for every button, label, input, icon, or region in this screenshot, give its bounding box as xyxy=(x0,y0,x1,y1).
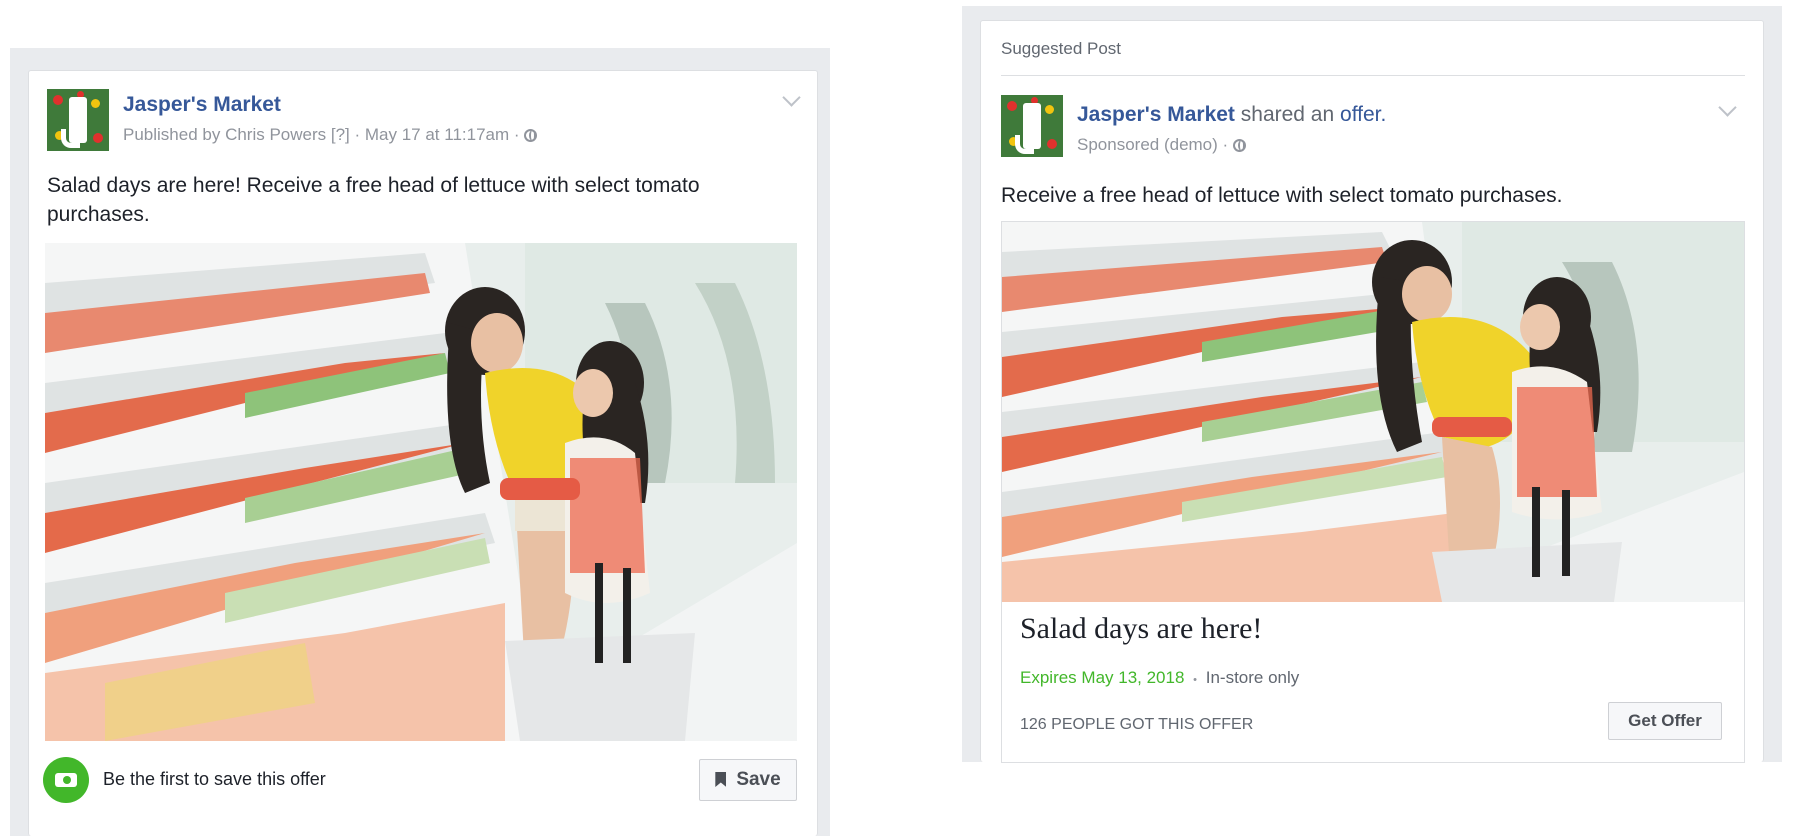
globe-icon xyxy=(1232,139,1246,152)
left-post-card: Jasper's Market Published by Chris Power… xyxy=(28,70,818,836)
post-meta: Published by Chris Powers [?] · May 17 a… xyxy=(123,125,538,145)
save-button[interactable]: Save xyxy=(699,759,797,801)
get-offer-label: Get Offer xyxy=(1628,711,1702,730)
detail-separator: • xyxy=(1193,674,1198,686)
shared-text: shared an xyxy=(1240,103,1335,126)
offer-details: Expires May 13, 2018 • In-store only xyxy=(1020,668,1299,688)
offer-availability: In-store only xyxy=(1205,668,1300,687)
published-by-text: Published by Chris Powers [?] · May 17 a… xyxy=(123,125,520,144)
right-post-card: Suggested Post Jasper's Market shared an… xyxy=(980,20,1764,763)
offer-expiry: Expires May 13, 2018 xyxy=(1020,668,1185,687)
post-heading: Jasper's Market shared an offer. xyxy=(1077,103,1386,127)
globe-icon xyxy=(524,129,538,142)
page-avatar[interactable] xyxy=(1001,95,1063,157)
chevron-down-icon[interactable] xyxy=(782,88,801,107)
offer-link[interactable]: offer. xyxy=(1340,103,1386,126)
page-name-link[interactable]: Jasper's Market xyxy=(1077,103,1235,126)
post-body: Salad days are here! Receive a free head… xyxy=(47,174,700,226)
page-avatar[interactable] xyxy=(47,89,109,151)
offer-icon xyxy=(43,757,89,803)
post-body: Receive a free head of lettuce with sele… xyxy=(1001,184,1563,207)
bookmark-icon xyxy=(715,772,727,787)
header-divider xyxy=(1001,75,1745,76)
offer-claim-count: 126 PEOPLE GOT THIS OFFER xyxy=(1020,716,1254,733)
post-photo[interactable] xyxy=(45,243,797,741)
offer-title[interactable]: Salad days are here! xyxy=(1020,612,1262,646)
offer-attachment[interactable]: Salad days are here! Expires May 13, 201… xyxy=(1001,221,1745,763)
grocery-photo xyxy=(1002,222,1744,602)
grocery-photo xyxy=(45,243,797,741)
page-name-link[interactable]: Jasper's Market xyxy=(123,93,281,117)
sponsored-text[interactable]: Sponsored (demo) · xyxy=(1077,135,1228,154)
get-offer-button[interactable]: Get Offer xyxy=(1608,702,1722,740)
footer-text: Be the first to save this offer xyxy=(103,769,326,789)
chevron-down-icon[interactable] xyxy=(1718,98,1737,117)
post-meta: Sponsored (demo) · xyxy=(1077,135,1246,155)
suggested-post-label: Suggested Post xyxy=(1001,39,1122,58)
offer-photo[interactable] xyxy=(1002,222,1744,602)
save-button-label: Save xyxy=(736,769,781,790)
